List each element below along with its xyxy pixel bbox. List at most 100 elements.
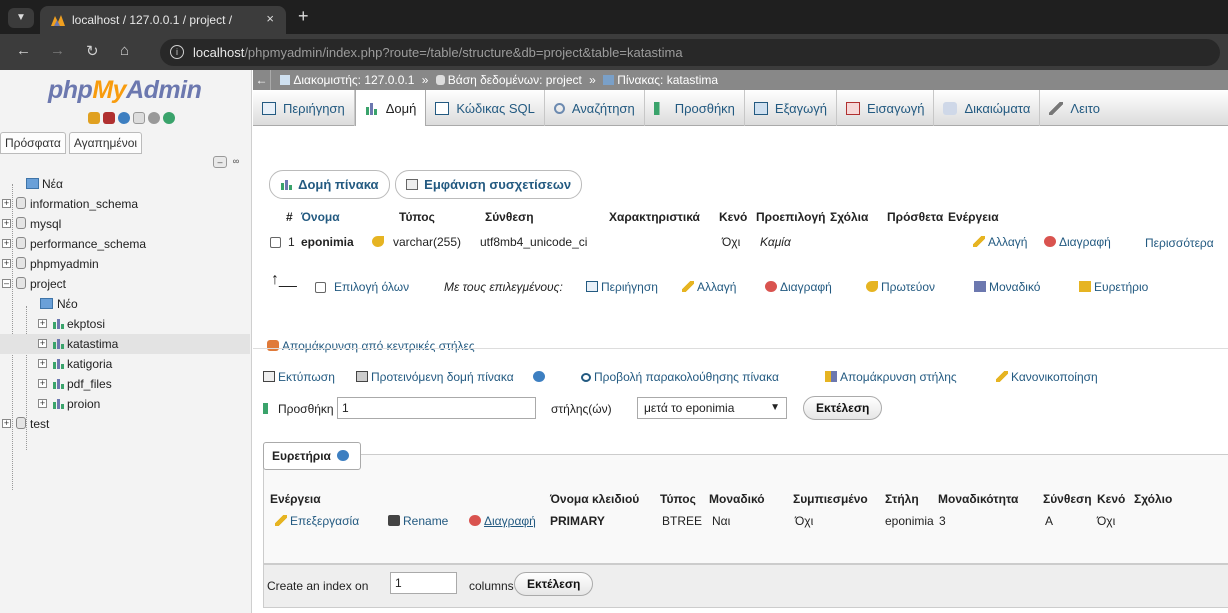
- expand-icon[interactable]: +: [2, 219, 11, 228]
- table-structure-subtab[interactable]: Δομή πίνακα: [269, 170, 390, 199]
- tab-search[interactable]: Αναζήτηση: [545, 90, 645, 126]
- help-icon[interactable]: [533, 370, 548, 384]
- tree-table-proion[interactable]: + proion: [0, 394, 250, 414]
- url-input[interactable]: i localhost/phpmyadmin/index.php?route=/…: [160, 39, 1220, 66]
- tree-db-mysql[interactable]: + mysql: [0, 214, 250, 234]
- column-position-select[interactable]: μετά το eponimia ▼: [637, 397, 787, 419]
- relation-view-subtab[interactable]: Εμφάνιση συσχετίσεων: [394, 170, 583, 199]
- remove-central-columns-button[interactable]: Απομάκρυνση από κεντρικές στήλες: [267, 339, 475, 353]
- check-all-label[interactable]: Επιλογή όλων: [334, 280, 409, 294]
- button-label: Πρωτεύον: [881, 280, 936, 294]
- drop-label: Διαγραφή: [1059, 235, 1111, 249]
- index-selected-button[interactable]: Ευρετήριο: [1079, 280, 1148, 294]
- docs-icon[interactable]: [133, 112, 145, 124]
- breadcrumb-table[interactable]: Πίνακας: katastima: [617, 73, 718, 87]
- expand-icon[interactable]: +: [38, 379, 47, 388]
- tree-table-ekptosi[interactable]: + ekptosi: [0, 314, 250, 334]
- drop-index-link[interactable]: Διαγραφή: [469, 514, 536, 528]
- create-index-columns-input[interactable]: 1: [390, 572, 457, 594]
- unique-selected-button[interactable]: Μοναδικό: [974, 280, 1040, 294]
- index-packed: Όχι: [795, 514, 814, 528]
- row-checkbox[interactable]: [270, 237, 281, 248]
- home-icon[interactable]: ⌂: [120, 42, 129, 59]
- tree-new-database[interactable]: Νέα: [0, 174, 250, 194]
- expand-icon[interactable]: +: [38, 319, 47, 328]
- tree-db-test[interactable]: + test: [0, 414, 250, 434]
- breadcrumb-database[interactable]: Βάση δεδομένων: project: [448, 73, 582, 87]
- expand-icon[interactable]: +: [38, 359, 47, 368]
- tree-db-performance-schema[interactable]: + performance_schema: [0, 234, 250, 254]
- tree-table-katigoria[interactable]: + katigoria: [0, 354, 250, 374]
- reload-icon[interactable]: ↻: [86, 42, 99, 60]
- settings-gear-icon[interactable]: [148, 112, 160, 124]
- track-table-link[interactable]: Προβολή παρακολούθησης πίνακα: [581, 370, 779, 384]
- tree-table-katastima[interactable]: + katastima: [0, 334, 250, 354]
- expand-icon[interactable]: +: [2, 199, 11, 208]
- change-link[interactable]: Αλλαγή: [973, 235, 1027, 249]
- primary-selected-button[interactable]: Πρωτεύον: [866, 280, 935, 294]
- expand-icon[interactable]: +: [38, 399, 47, 408]
- print-link[interactable]: Εκτύπωση: [263, 370, 335, 384]
- tab-privileges[interactable]: Δικαιώματα: [934, 90, 1041, 126]
- tree-db-project[interactable]: – project: [0, 274, 250, 294]
- help-icon[interactable]: [337, 450, 350, 461]
- tab-insert[interactable]: Προσθήκη: [645, 90, 745, 126]
- help-icon[interactable]: [118, 112, 130, 124]
- tab-browse[interactable]: Περιήγηση: [253, 90, 355, 126]
- browser-tab[interactable]: localhost / 127.0.0.1 / project / ×: [40, 6, 286, 34]
- tab-sql[interactable]: Κώδικας SQL: [426, 90, 545, 126]
- site-info-icon[interactable]: i: [170, 45, 184, 59]
- tab-search-button[interactable]: ▼: [8, 8, 34, 28]
- drop-selected-button[interactable]: Διαγραφή: [765, 280, 832, 294]
- tree-table-pdf-files[interactable]: + pdf_files: [0, 374, 250, 394]
- tree-new-table[interactable]: Νέο: [0, 294, 250, 314]
- more-link[interactable]: Περισσότερα: [1145, 236, 1214, 250]
- browse-selected-button[interactable]: Περιήγηση: [586, 280, 658, 294]
- back-arrow-icon[interactable]: ←: [16, 42, 31, 59]
- move-columns-link[interactable]: Απομάκρυνση στήλης: [825, 370, 957, 384]
- breadcrumb-server[interactable]: Διακομιστής: 127.0.0.1: [293, 73, 414, 87]
- tree-label: performance_schema: [30, 237, 147, 251]
- check-all-checkbox[interactable]: [315, 282, 326, 293]
- new-tab-button[interactable]: +: [298, 6, 309, 27]
- insert-icon: [653, 101, 668, 115]
- propose-structure-link[interactable]: Προτεινόμενη δομή πίνακα: [356, 370, 514, 384]
- remove-central-icon: [267, 340, 279, 351]
- add-columns-count-input[interactable]: 1: [337, 397, 536, 419]
- logout-icon[interactable]: [103, 112, 115, 124]
- tab-operations[interactable]: Λειτο: [1040, 90, 1109, 126]
- normalize-link[interactable]: Κανονικοποίηση: [996, 370, 1098, 384]
- forward-arrow-icon[interactable]: →: [50, 42, 65, 59]
- collapse-icon[interactable]: –: [2, 279, 11, 288]
- collapse-nav-arrow-icon[interactable]: ←: [253, 70, 271, 90]
- home-icon[interactable]: [88, 112, 100, 124]
- reload-nav-icon[interactable]: [163, 112, 175, 124]
- insert-icon: [263, 403, 275, 414]
- add-columns-go-button[interactable]: Εκτέλεση: [803, 396, 883, 420]
- tab-import[interactable]: Εισαγωγή: [837, 90, 935, 126]
- link-with-main-icon[interactable]: ∞: [229, 156, 243, 168]
- favorites-tab[interactable]: Αγαπημένοι: [68, 132, 143, 154]
- create-index-go-button[interactable]: Εκτέλεση: [514, 572, 594, 596]
- edit-index-link[interactable]: Επεξεργασία: [275, 514, 359, 528]
- collapse-all-icon[interactable]: –: [213, 156, 227, 168]
- recent-tab[interactable]: Πρόσφατα: [0, 132, 66, 154]
- tree-db-information-schema[interactable]: + information_schema: [0, 194, 250, 214]
- index-unique: Ναι: [712, 514, 731, 528]
- button-label: Ευρετήριο: [1094, 280, 1149, 294]
- expand-icon[interactable]: +: [2, 259, 11, 268]
- expand-icon[interactable]: +: [2, 419, 11, 428]
- expand-icon[interactable]: +: [2, 239, 11, 248]
- tab-structure[interactable]: Δομή: [354, 90, 427, 126]
- database-icon: [16, 237, 26, 249]
- tab-export[interactable]: Εξαγωγή: [745, 90, 837, 126]
- drop-link[interactable]: Διαγραφή: [1044, 235, 1111, 249]
- rename-index-link[interactable]: Rename: [388, 514, 448, 528]
- tab-close-icon[interactable]: ×: [266, 11, 274, 26]
- pencil-icon: [682, 281, 694, 292]
- change-selected-button[interactable]: Αλλαγή: [682, 280, 736, 294]
- tree-db-phpmyadmin[interactable]: + phpmyadmin: [0, 254, 250, 274]
- expand-icon[interactable]: +: [38, 339, 47, 348]
- index-icon: [1079, 281, 1091, 292]
- phpmyadmin-logo[interactable]: phpMyAdmin: [48, 76, 202, 105]
